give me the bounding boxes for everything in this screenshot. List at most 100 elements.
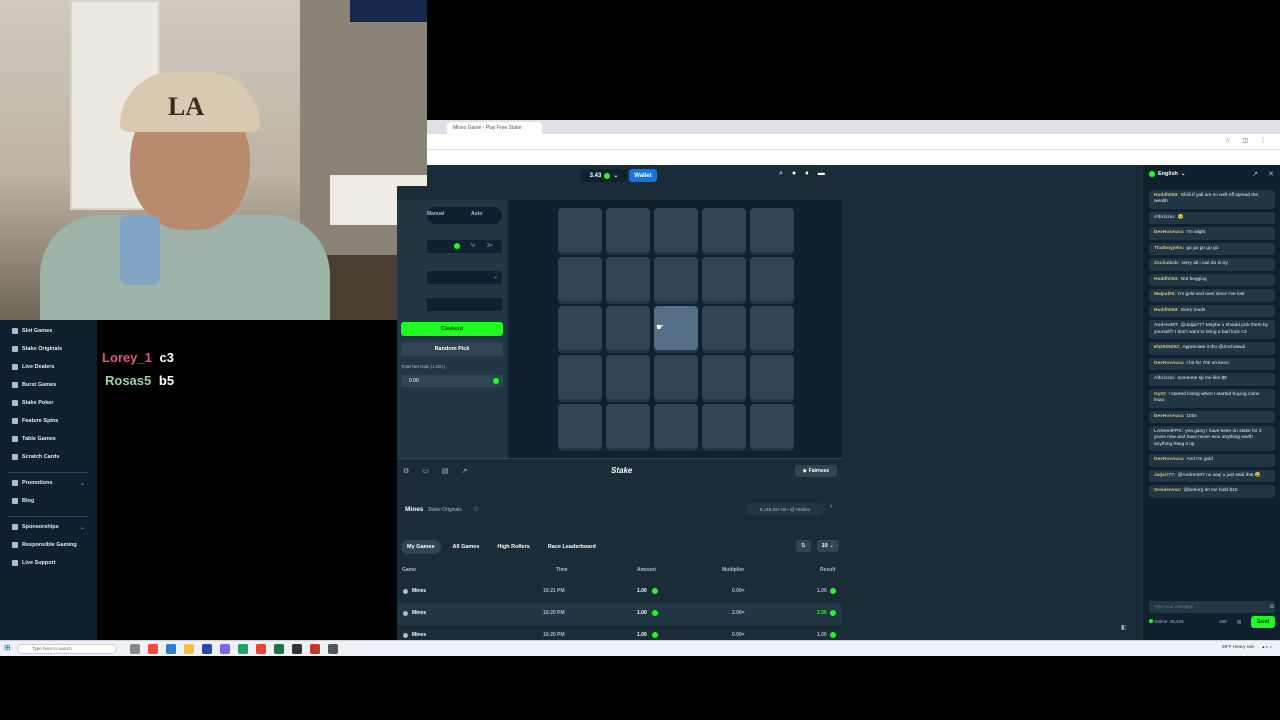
mine-tile[interactable] (558, 355, 602, 399)
chat-username[interactable]: Zochatack: (1154, 261, 1179, 266)
chat-username[interactable]: DevHosAura: (1154, 414, 1184, 419)
chat-username[interactable]: Gynt: (1154, 392, 1167, 397)
extension-icon[interactable]: ◫ (1242, 137, 1248, 144)
mine-tile[interactable] (654, 257, 698, 301)
chat-input[interactable]: Type your message (1149, 601, 1275, 613)
chat-username[interactable]: DevHosAura: (1154, 457, 1184, 462)
mine-tile[interactable] (702, 208, 746, 252)
sidebar-item[interactable]: Table Games (12, 436, 56, 442)
chevron-down-icon[interactable]: ⌄ (80, 524, 85, 531)
chevron-right-icon[interactable]: › (830, 503, 832, 510)
favorite-star-icon[interactable]: ☆ (473, 505, 479, 513)
mine-tile[interactable] (654, 208, 698, 252)
sidebar-item[interactable]: Blog (12, 498, 34, 504)
chat-username[interactable]: Thatboyjohn: (1154, 246, 1184, 251)
sidebar-item[interactable]: Stake Originals (12, 346, 62, 352)
chat-username[interactable]: LANeedFPS: (1154, 429, 1183, 434)
bet-amount-input[interactable]: ½ 2× (427, 240, 502, 253)
sidebar-item[interactable]: Stake Poker (12, 400, 54, 406)
bets-tab[interactable]: My Games (401, 540, 441, 554)
close-icon[interactable]: ✕ (1268, 170, 1274, 178)
bets-tab[interactable]: High Rollers (491, 540, 535, 554)
chat-username[interactable]: AndreoMT: (1154, 323, 1179, 328)
sidebar-item[interactable]: Responsible Gaming (12, 542, 77, 548)
half-button[interactable]: ½ (471, 243, 475, 249)
table-row[interactable]: Mines 10:21 PM 1.00 0.00× 1.00 (397, 581, 842, 603)
app-icon-2[interactable] (238, 644, 248, 654)
mine-tile[interactable] (702, 257, 746, 301)
random-pick-button[interactable]: Random Pick (401, 342, 503, 356)
bets-tab[interactable]: Race Leaderboard (542, 540, 602, 554)
search-icon[interactable]: ⌕ (779, 170, 783, 178)
store-icon[interactable] (202, 644, 212, 654)
menu-icon[interactable]: ⋮ (1260, 137, 1266, 144)
emoji-icon[interactable]: ☺ (1269, 604, 1275, 610)
table-row[interactable]: Mines 10:20 PM 1.00 2.06× 2.06 (397, 603, 842, 625)
mine-tile[interactable] (750, 306, 794, 350)
excel-icon[interactable] (274, 644, 284, 654)
chat-username[interactable]: Albrizzio: (1154, 215, 1176, 220)
double-button[interactable]: 2× (487, 243, 493, 249)
app-icon-1[interactable] (220, 644, 230, 654)
chat-language-select[interactable]: English ⌄ (1149, 171, 1185, 177)
edge-icon[interactable] (166, 644, 176, 654)
tab-auto[interactable]: Auto (471, 211, 482, 217)
mine-tile[interactable] (606, 306, 650, 350)
mine-tile[interactable] (558, 306, 602, 350)
app-icon-3[interactable] (256, 644, 266, 654)
mine-tile[interactable] (750, 355, 794, 399)
obs-icon[interactable] (292, 644, 302, 654)
list-icon[interactable]: ⇅ (796, 540, 811, 552)
mine-tile[interactable] (558, 404, 602, 448)
mine-tile[interactable] (750, 208, 794, 252)
sidebar-item[interactable]: Sponsorships (12, 524, 59, 530)
fairness-button[interactable]: ◈ Fairness (795, 465, 837, 477)
sidebar-item[interactable]: Scratch Cards (12, 454, 59, 460)
mine-tile[interactable] (606, 404, 650, 448)
mine-tile[interactable] (702, 306, 746, 350)
mine-tile[interactable] (606, 355, 650, 399)
chat-username[interactable]: Jaljai777: (1154, 473, 1176, 478)
explorer-icon[interactable] (184, 644, 194, 654)
rules-icon[interactable]: ▤ (1237, 619, 1241, 625)
browser-tab[interactable]: Mines Game - Play Free Stake (447, 122, 542, 134)
sidebar-item[interactable]: Promotions (12, 480, 53, 486)
chat-username[interactable]: Huddh053: (1154, 193, 1179, 198)
bell-icon[interactable]: ♦ (805, 170, 809, 178)
app-icon-4[interactable] (310, 644, 320, 654)
chat-username[interactable]: DevHosAura: (1154, 361, 1184, 366)
wallet-button[interactable]: Wallet (629, 169, 657, 182)
mine-tile[interactable] (702, 355, 746, 399)
chevron-down-icon[interactable]: ⌄ (80, 480, 85, 487)
mine-tile[interactable] (702, 404, 746, 448)
popout-icon[interactable]: ↗ (1252, 170, 1258, 178)
chat-username[interactable]: Albrizzio: (1154, 376, 1176, 381)
mine-tile[interactable] (750, 257, 794, 301)
weather-widget[interactable]: 59°F Heavy rain (1222, 644, 1254, 650)
taskbar-search[interactable]: Type here to search (17, 644, 117, 654)
tray-icons[interactable]: ▴ ◐ ♪ (1262, 644, 1272, 650)
settings-icon[interactable]: ⚙ (403, 467, 409, 475)
balance-display[interactable]: 3.43 ⌄ (581, 169, 627, 182)
mine-tile[interactable] (654, 355, 698, 399)
task-view-icon[interactable] (130, 644, 140, 654)
chat-username[interactable]: Huddh053: (1154, 277, 1179, 282)
mine-tile[interactable] (606, 257, 650, 301)
app-icon-5[interactable] (328, 644, 338, 654)
sidebar-item[interactable]: Live Dealers (12, 364, 54, 370)
chat-toggle-icon[interactable]: ◧ (1121, 624, 1127, 631)
chrome-icon[interactable] (148, 644, 158, 654)
sidebar-item[interactable]: Burst Games (12, 382, 56, 388)
chat-icon[interactable]: ▬ (818, 170, 825, 178)
windows-start-icon[interactable]: ⊞ (4, 643, 11, 652)
chat-username[interactable]: Malpal25: (1154, 292, 1176, 297)
star-icon[interactable]: ☆ (1225, 137, 1230, 144)
sidebar-item[interactable]: Feature Spins (12, 418, 58, 424)
mine-tile[interactable] (558, 257, 602, 301)
user-icon[interactable]: ● (792, 170, 796, 178)
mines-count-select[interactable]: ⌄ (427, 271, 502, 284)
sidebar-item[interactable]: Slot Games (12, 328, 52, 334)
rows-per-page-select[interactable]: 10 ⌄ (816, 540, 839, 552)
chat-username[interactable]: Sroulenvoz: (1154, 488, 1181, 493)
stats-icon[interactable]: ▤ (442, 467, 449, 475)
